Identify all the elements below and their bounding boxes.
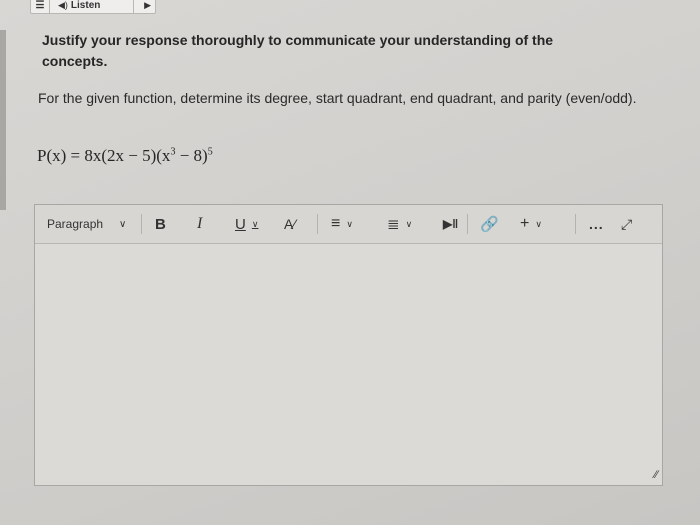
insert-button[interactable]: + ∨ (520, 205, 542, 243)
plus-label: + (520, 215, 530, 232)
speaker-icon: ◀) (58, 0, 68, 10)
resize-handle-icon[interactable]: ∕∕ (654, 469, 658, 481)
response-editor: Paragraph ∨ B I U ∨ A⁄ ≡ ∨ ≣ ∨ ▶‖ 🔗 + ∨ ..… (34, 204, 663, 486)
formula-mid: − 8) (175, 146, 208, 165)
question-text: For the given function, determine its de… (38, 90, 637, 106)
media-icon[interactable]: ▶‖ (443, 205, 458, 243)
play-icon[interactable]: ▶ (133, 0, 151, 13)
more-options-button[interactable]: ... (589, 205, 604, 243)
text-format-icon[interactable]: A⁄ (284, 205, 296, 243)
align-icon[interactable]: ≡ ∨ (331, 205, 353, 243)
paragraph-label: Paragraph (47, 217, 104, 231)
instructions-text: Justify your response thoroughly to comm… (42, 32, 554, 69)
menu-icon[interactable]: ☰ (31, 0, 50, 13)
function-formula: P(x) = 8x(2x − 5)(x3 − 8)5 (37, 146, 213, 166)
underline-button[interactable]: U ∨ (235, 205, 258, 243)
underline-label: U (235, 215, 246, 233)
listen-label[interactable]: Listen (71, 0, 100, 11)
left-accent-bar (0, 30, 6, 210)
italic-button[interactable]: I (197, 205, 202, 243)
chevron-down-icon: ∨ (346, 218, 353, 229)
listen-toolbar: ☰ ◀) Listen ▶ (30, 0, 156, 14)
editor-content-area[interactable] (35, 244, 662, 485)
chevron-down-icon: ∨ (251, 218, 259, 229)
list-icon[interactable]: ≣ ∨ (387, 205, 412, 243)
expand-icon[interactable]: ⤢ (621, 205, 632, 243)
chevron-down-icon: ∨ (405, 218, 413, 229)
formula-lhs: P(x) = 8x(2x − 5)(x (37, 146, 171, 165)
editor-toolbar: Paragraph ∨ B I U ∨ A⁄ ≡ ∨ ≣ ∨ ▶‖ 🔗 + ∨ ..… (35, 205, 662, 244)
toolbar-divider (317, 214, 318, 234)
link-icon[interactable]: 🔗 (480, 205, 499, 243)
toolbar-divider (467, 214, 468, 234)
formula-exponent-outer: 5 (207, 146, 213, 158)
chevron-down-icon: ∨ (535, 218, 542, 229)
paragraph-dropdown[interactable]: Paragraph ∨ (47, 205, 126, 243)
toolbar-divider (141, 214, 142, 234)
bold-button[interactable]: B (155, 205, 166, 243)
chevron-down-icon: ∨ (119, 218, 127, 230)
toolbar-divider (575, 214, 576, 234)
